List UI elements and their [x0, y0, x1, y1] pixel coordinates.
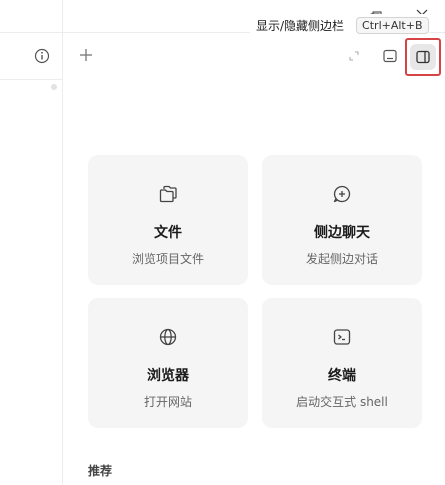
chat-plus-icon: [331, 183, 353, 205]
card-subtitle: 发起侧边对话: [305, 252, 378, 266]
plus-icon[interactable]: [76, 45, 96, 65]
left-sidebar: [0, 0, 63, 485]
card-title: 终端: [328, 368, 356, 384]
sidebar-toggle-tooltip: 显示/隐藏侧边栏 Ctrl+Alt+B: [250, 14, 429, 36]
card-side-chat[interactable]: 侧边聊天 发起侧边对话: [262, 155, 422, 285]
card-files[interactable]: 文件 浏览项目文件: [88, 155, 248, 285]
files-icon: [157, 183, 179, 205]
card-title: 文件: [154, 225, 182, 241]
sidebar-toggle-icon: [410, 44, 436, 70]
card-title: 侧边聊天: [314, 225, 370, 241]
card-subtitle: 打开网站: [143, 395, 192, 409]
card-title: 浏览器: [147, 368, 189, 384]
expand-icon[interactable]: [344, 46, 364, 66]
tooltip-shortcut: Ctrl+Alt+B: [356, 16, 429, 34]
card-terminal[interactable]: 终端 启动交互式 shell: [262, 298, 422, 428]
app-window: 显示/隐藏侧边栏 Ctrl+Alt+B 文件 浏览项目文件 侧边聊天 发起侧边对…: [0, 0, 445, 485]
card-subtitle: 浏览项目文件: [131, 252, 204, 266]
info-icon[interactable]: [32, 46, 52, 66]
card-subtitle: 启动交互式 shell: [296, 395, 388, 409]
sidebar-toggle-button[interactable]: [405, 38, 441, 76]
scrollbar-thumb[interactable]: [51, 84, 57, 90]
globe-icon: [157, 326, 179, 348]
card-browser[interactable]: 浏览器 打开网站: [88, 298, 248, 428]
bottom-panel-icon[interactable]: [380, 46, 400, 66]
terminal-icon: [331, 326, 353, 348]
recommend-heading: 推荐: [88, 464, 113, 478]
tooltip-text: 显示/隐藏侧边栏: [250, 14, 351, 36]
